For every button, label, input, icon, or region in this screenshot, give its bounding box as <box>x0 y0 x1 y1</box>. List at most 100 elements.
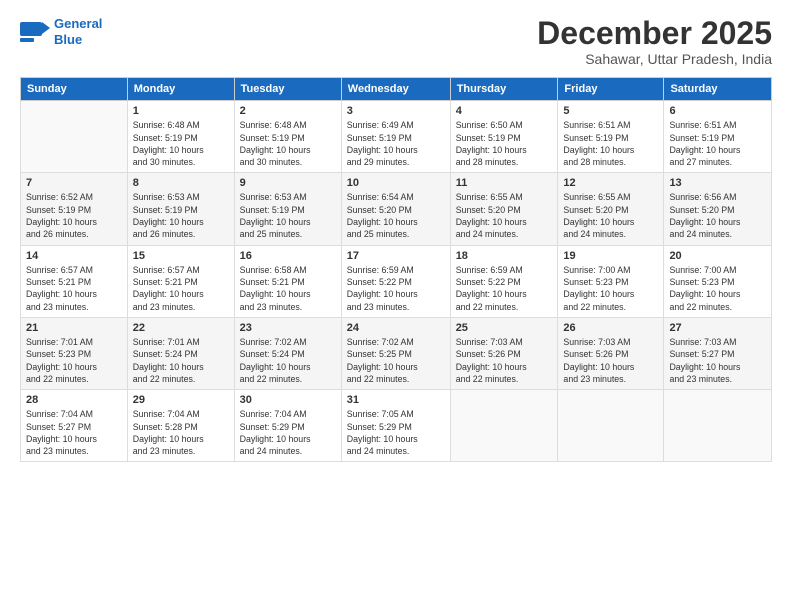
day-info: Sunrise: 7:01 AM Sunset: 5:23 PM Dayligh… <box>26 336 122 385</box>
calendar-cell: 25Sunrise: 7:03 AM Sunset: 5:26 PM Dayli… <box>450 317 558 389</box>
weekday-header-sunday: Sunday <box>21 78 128 101</box>
day-number: 20 <box>669 250 766 262</box>
day-number: 12 <box>563 177 658 189</box>
day-number: 2 <box>240 105 336 117</box>
calendar-cell: 11 Sunrise: 6:55 AM Sunset: 5:20 PM Dayli… <box>450 173 558 245</box>
day-number: 3 <box>347 105 445 117</box>
day-number: 16 <box>240 250 336 262</box>
week-row-3: 21 Sunrise: 7:01 AM Sunset: 5:23 PM Dayli… <box>21 317 772 389</box>
day-info: Sunrise: 6:48 AM Sunset: 5:19 PM Dayligh… <box>133 119 229 168</box>
weekday-header-monday: Monday <box>127 78 234 101</box>
day-info: Sunrise: 7:03 AM Sunset: 5:26 PM Dayligh… <box>563 336 658 385</box>
day-number: 5 <box>563 105 658 117</box>
day-number: 8 <box>133 177 229 189</box>
day-info: Sunrise: 6:59 AM Sunset: 5:22 PM Dayligh… <box>347 264 445 313</box>
weekday-header-thursday: Thursday <box>450 78 558 101</box>
logo-line1: General <box>54 16 102 31</box>
calendar-cell: 27Sunrise: 7:03 AM Sunset: 5:27 PM Dayli… <box>664 317 772 389</box>
calendar-cell <box>664 390 772 462</box>
calendar-cell: 23 Sunrise: 7:02 AM Sunset: 5:24 PM Dayli… <box>234 317 341 389</box>
calendar-cell: 19 Sunrise: 7:00 AM Sunset: 5:23 PM Dayli… <box>558 245 664 317</box>
day-info: Sunrise: 6:52 AM Sunset: 5:19 PM Dayligh… <box>26 191 122 240</box>
day-number: 18 <box>456 250 553 262</box>
day-number: 9 <box>240 177 336 189</box>
day-number: 17 <box>347 250 445 262</box>
day-info: Sunrise: 7:00 AM Sunset: 5:23 PM Dayligh… <box>563 264 658 313</box>
day-number: 28 <box>26 394 122 406</box>
week-row-2: 14 Sunrise: 6:57 AM Sunset: 5:21 PM Dayli… <box>21 245 772 317</box>
weekday-header-saturday: Saturday <box>664 78 772 101</box>
day-info: Sunrise: 7:04 AM Sunset: 5:27 PM Dayligh… <box>26 408 122 457</box>
day-info: Sunrise: 6:58 AM Sunset: 5:21 PM Dayligh… <box>240 264 336 313</box>
day-number: 29 <box>133 394 229 406</box>
calendar-cell: 2 Sunrise: 6:48 AM Sunset: 5:19 PM Daylig… <box>234 101 341 173</box>
day-info: Sunrise: 7:01 AM Sunset: 5:24 PM Dayligh… <box>133 336 229 385</box>
day-info: Sunrise: 6:55 AM Sunset: 5:20 PM Dayligh… <box>563 191 658 240</box>
day-number: 21 <box>26 322 122 334</box>
day-info: Sunrise: 6:51 AM Sunset: 5:19 PM Dayligh… <box>563 119 658 168</box>
day-number: 24 <box>347 322 445 334</box>
day-info: Sunrise: 6:55 AM Sunset: 5:20 PM Dayligh… <box>456 191 553 240</box>
logo-line2: Blue <box>54 32 82 47</box>
day-info: Sunrise: 6:54 AM Sunset: 5:20 PM Dayligh… <box>347 191 445 240</box>
logo-icon <box>20 18 50 46</box>
day-info: Sunrise: 7:02 AM Sunset: 5:25 PM Dayligh… <box>347 336 445 385</box>
day-info: Sunrise: 6:48 AM Sunset: 5:19 PM Dayligh… <box>240 119 336 168</box>
day-info: Sunrise: 6:50 AM Sunset: 5:19 PM Dayligh… <box>456 119 553 168</box>
calendar-cell <box>450 390 558 462</box>
weekday-header-wednesday: Wednesday <box>341 78 450 101</box>
day-number: 30 <box>240 394 336 406</box>
day-number: 1 <box>133 105 229 117</box>
day-info: Sunrise: 6:57 AM Sunset: 5:21 PM Dayligh… <box>133 264 229 313</box>
calendar-cell: 24 Sunrise: 7:02 AM Sunset: 5:25 PM Dayli… <box>341 317 450 389</box>
calendar-cell: 28 Sunrise: 7:04 AM Sunset: 5:27 PM Dayli… <box>21 390 128 462</box>
calendar-cell: 12 Sunrise: 6:55 AM Sunset: 5:20 PM Dayli… <box>558 173 664 245</box>
day-number: 4 <box>456 105 553 117</box>
month-title: December 2025 <box>537 16 772 51</box>
calendar-cell: 5 Sunrise: 6:51 AM Sunset: 5:19 PM Daylig… <box>558 101 664 173</box>
calendar-cell: 4 Sunrise: 6:50 AM Sunset: 5:19 PM Daylig… <box>450 101 558 173</box>
calendar-cell: 21 Sunrise: 7:01 AM Sunset: 5:23 PM Dayli… <box>21 317 128 389</box>
day-number: 11 <box>456 177 553 189</box>
day-info: Sunrise: 6:56 AM Sunset: 5:20 PM Dayligh… <box>669 191 766 240</box>
day-info: Sunrise: 7:02 AM Sunset: 5:24 PM Dayligh… <box>240 336 336 385</box>
calendar-cell: 16 Sunrise: 6:58 AM Sunset: 5:21 PM Dayli… <box>234 245 341 317</box>
calendar-cell: 6 Sunrise: 6:51 AM Sunset: 5:19 PM Daylig… <box>664 101 772 173</box>
day-info: Sunrise: 6:49 AM Sunset: 5:19 PM Dayligh… <box>347 119 445 168</box>
day-info: Sunrise: 7:04 AM Sunset: 5:28 PM Dayligh… <box>133 408 229 457</box>
day-info: Sunrise: 6:57 AM Sunset: 5:21 PM Dayligh… <box>26 264 122 313</box>
calendar: SundayMondayTuesdayWednesdayThursdayFrid… <box>20 77 772 462</box>
calendar-cell: 31 Sunrise: 7:05 AM Sunset: 5:29 PM Dayli… <box>341 390 450 462</box>
calendar-cell <box>558 390 664 462</box>
day-number: 19 <box>563 250 658 262</box>
day-info: Sunrise: 6:51 AM Sunset: 5:19 PM Dayligh… <box>669 119 766 168</box>
day-number: 10 <box>347 177 445 189</box>
weekday-header-row: SundayMondayTuesdayWednesdayThursdayFrid… <box>21 78 772 101</box>
calendar-cell: 18 Sunrise: 6:59 AM Sunset: 5:22 PM Dayli… <box>450 245 558 317</box>
calendar-cell: 20 Sunrise: 7:00 AM Sunset: 5:23 PM Dayli… <box>664 245 772 317</box>
day-info: Sunrise: 6:59 AM Sunset: 5:22 PM Dayligh… <box>456 264 553 313</box>
day-number: 23 <box>240 322 336 334</box>
day-info: Sunrise: 6:53 AM Sunset: 5:19 PM Dayligh… <box>133 191 229 240</box>
day-number: 14 <box>26 250 122 262</box>
calendar-cell: 29 Sunrise: 7:04 AM Sunset: 5:28 PM Dayli… <box>127 390 234 462</box>
day-info: Sunrise: 7:00 AM Sunset: 5:23 PM Dayligh… <box>669 264 766 313</box>
day-number: 31 <box>347 394 445 406</box>
calendar-cell: 30Sunrise: 7:04 AM Sunset: 5:29 PM Dayli… <box>234 390 341 462</box>
day-number: 26 <box>563 322 658 334</box>
logo-text: General Blue <box>54 16 102 47</box>
day-info: Sunrise: 7:05 AM Sunset: 5:29 PM Dayligh… <box>347 408 445 457</box>
day-info: Sunrise: 7:03 AM Sunset: 5:26 PM Dayligh… <box>456 336 553 385</box>
week-row-0: 1 Sunrise: 6:48 AM Sunset: 5:19 PM Daylig… <box>21 101 772 173</box>
calendar-cell: 26 Sunrise: 7:03 AM Sunset: 5:26 PM Dayli… <box>558 317 664 389</box>
day-info: Sunrise: 6:53 AM Sunset: 5:19 PM Dayligh… <box>240 191 336 240</box>
calendar-cell: 14 Sunrise: 6:57 AM Sunset: 5:21 PM Dayli… <box>21 245 128 317</box>
calendar-cell: 10 Sunrise: 6:54 AM Sunset: 5:20 PM Dayli… <box>341 173 450 245</box>
calendar-cell: 22Sunrise: 7:01 AM Sunset: 5:24 PM Dayli… <box>127 317 234 389</box>
title-block: December 2025 Sahawar, Uttar Pradesh, In… <box>537 16 772 67</box>
calendar-cell: 7 Sunrise: 6:52 AM Sunset: 5:19 PM Daylig… <box>21 173 128 245</box>
day-number: 27 <box>669 322 766 334</box>
calendar-cell: 17 Sunrise: 6:59 AM Sunset: 5:22 PM Dayli… <box>341 245 450 317</box>
day-number: 6 <box>669 105 766 117</box>
day-number: 7 <box>26 177 122 189</box>
